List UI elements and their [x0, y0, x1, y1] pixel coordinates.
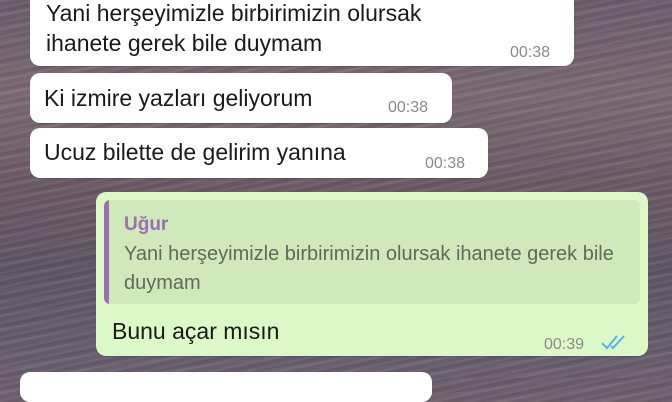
message-text: Ucuz bilette de gelirim yanına	[44, 139, 346, 165]
message-bubble-incoming-partial[interactable]	[20, 372, 432, 402]
message-text: Bunu açar mısın	[112, 318, 280, 344]
message-text-line: Yani herşeyimizle birbirimizin olursak	[46, 0, 422, 26]
quote-text: Yani herşeyimizle birbirimizin olursak i…	[124, 243, 614, 294]
message-time: 00:38	[510, 44, 551, 61]
message-bubble-incoming[interactable]: Ki izmire yazları geliyorum 00:38	[30, 73, 452, 123]
message-text-line: ihanete gerek bile duymam	[46, 30, 323, 56]
double-check-icon	[600, 328, 628, 358]
message-time: 00:39	[544, 336, 585, 353]
message-time: 00:38	[388, 99, 429, 116]
message-text: Ki izmire yazları geliyorum	[44, 85, 313, 111]
message-time: 00:38	[425, 155, 466, 172]
quote-author: Uğur	[124, 214, 169, 235]
quote-accent-bar	[104, 200, 109, 304]
quoted-message[interactable]: Uğur Yani herşeyimizle birbirimizin olur…	[104, 200, 640, 304]
message-bubble-incoming[interactable]: Yani herşeyimizle birbirimizin olursak i…	[30, 0, 574, 66]
message-bubble-outgoing[interactable]: Uğur Yani herşeyimizle birbirimizin olur…	[96, 192, 648, 356]
message-bubble-incoming[interactable]: Ucuz bilette de gelirim yanına 00:38	[30, 128, 488, 178]
